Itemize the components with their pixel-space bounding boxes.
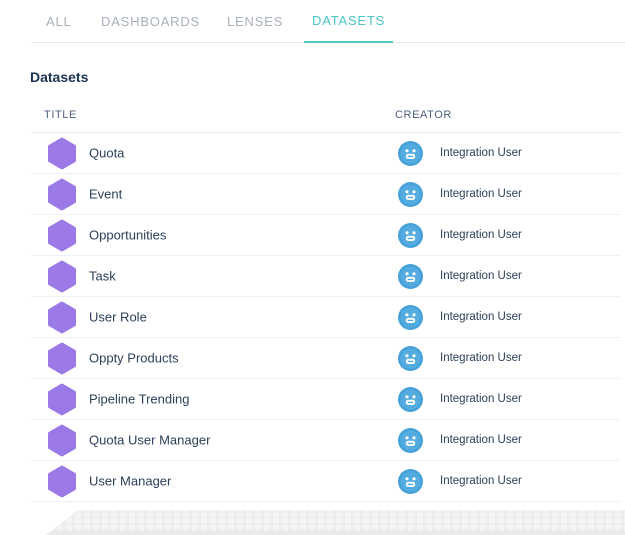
- dataset-row[interactable]: User Manager Integration User: [31, 461, 621, 502]
- dataset-row[interactable]: Event Integration User: [31, 174, 621, 215]
- tab-datasets[interactable]: DATASETS: [304, 0, 394, 43]
- dataset-title: Opportunities: [89, 227, 167, 243]
- user-avatar-icon: [398, 387, 423, 412]
- creator-name: Integration User: [440, 311, 522, 323]
- dataset-title: Oppty Products: [89, 350, 179, 366]
- user-avatar-icon: [398, 182, 423, 207]
- dataset-title: Event: [89, 186, 123, 202]
- column-header-title: TITLE: [44, 109, 77, 121]
- user-avatar-icon: [398, 428, 423, 453]
- dataset-hexagon-icon: [47, 219, 77, 252]
- dataset-title: Pipeline Trending: [89, 391, 190, 407]
- dataset-title: User Manager: [89, 473, 172, 489]
- user-avatar-icon: [398, 223, 423, 248]
- creator-name: Integration User: [440, 475, 522, 487]
- dataset-list: Quota Integration User Event Integration…: [31, 133, 621, 502]
- creator-name: Integration User: [440, 188, 522, 200]
- creator-name: Integration User: [440, 352, 522, 364]
- dataset-hexagon-icon: [47, 424, 77, 457]
- dataset-hexagon-icon: [47, 465, 77, 498]
- dataset-row[interactable]: Pipeline Trending Integration User: [31, 379, 621, 420]
- dataset-hexagon-icon: [47, 342, 77, 375]
- column-header-creator: CREATOR: [395, 109, 452, 121]
- dataset-hexagon-icon: [47, 260, 77, 293]
- dataset-hexagon-icon: [47, 383, 77, 416]
- dataset-row[interactable]: Oppty Products Integration User: [31, 338, 621, 379]
- table-header-row: TITLE CREATOR: [31, 100, 621, 133]
- asset-type-tabbar: ALL DASHBOARDS LENSES DATASETS: [31, 0, 625, 43]
- creator-name: Integration User: [440, 434, 522, 446]
- user-avatar-icon: [398, 305, 423, 330]
- background-texture: [46, 510, 625, 535]
- datasets-browse-screen: ALL DASHBOARDS LENSES DATASETS Datasets …: [0, 0, 625, 535]
- dataset-hexagon-icon: [47, 137, 77, 170]
- dataset-title: Task: [89, 268, 116, 284]
- user-avatar-icon: [398, 469, 423, 494]
- creator-name: Integration User: [440, 229, 522, 241]
- dataset-row[interactable]: Opportunities Integration User: [31, 215, 621, 256]
- page-title: Datasets: [30, 69, 89, 85]
- dataset-hexagon-icon: [47, 301, 77, 334]
- user-avatar-icon: [398, 141, 423, 166]
- dataset-row[interactable]: Quota Integration User: [31, 133, 621, 174]
- tab-all[interactable]: ALL: [38, 0, 80, 43]
- dataset-title: Quota User Manager: [89, 432, 211, 448]
- user-avatar-icon: [398, 346, 423, 371]
- dataset-row[interactable]: User Role Integration User: [31, 297, 621, 338]
- user-avatar-icon: [398, 264, 423, 289]
- creator-name: Integration User: [440, 147, 522, 159]
- creator-name: Integration User: [440, 393, 522, 405]
- dataset-hexagon-icon: [47, 178, 77, 211]
- dataset-row[interactable]: Task Integration User: [31, 256, 621, 297]
- dataset-title: User Role: [89, 309, 147, 325]
- tab-lenses[interactable]: LENSES: [219, 0, 291, 43]
- creator-name: Integration User: [440, 270, 522, 282]
- tab-dashboards[interactable]: DASHBOARDS: [93, 0, 208, 43]
- dataset-title: Quota: [89, 145, 125, 161]
- dataset-row[interactable]: Quota User Manager Integration User: [31, 420, 621, 461]
